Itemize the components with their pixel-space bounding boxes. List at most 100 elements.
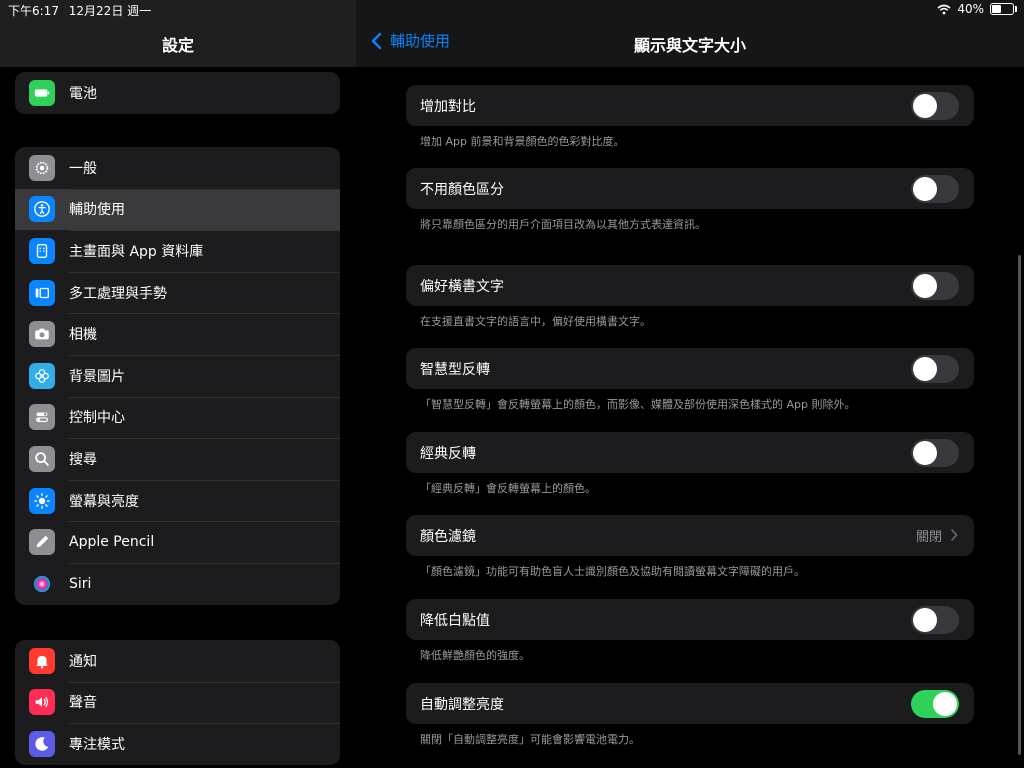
sidebar-item[interactable]: 一般	[15, 147, 340, 189]
toggle-switch[interactable]	[911, 354, 959, 383]
sidebar-item[interactable]: 背景圖片	[15, 354, 340, 397]
sidebar-item[interactable]: 控制中心	[15, 396, 340, 439]
search-icon	[29, 445, 55, 472]
status-bar: 下午6:17 12月22日 週一 40%	[0, 0, 1024, 20]
sidebar-item-label: 通知	[69, 653, 97, 670]
setting-value: 關閉	[915, 530, 942, 545]
toggle-knob	[913, 607, 937, 632]
page-title: 顯示與文字大小	[633, 36, 746, 55]
sidebar-item[interactable]: 多工處理與手勢	[15, 271, 340, 314]
home-screen-icon	[29, 237, 55, 264]
sidebar-group-notifications: 通知 聲音 專注模式	[15, 640, 340, 765]
sidebar-item-label: 搜尋	[69, 438, 340, 480]
display-text-size-panel: 輔助使用 顯示與文字大小 增加對比 增加 App 前景和背景顏色的色彩對比度。 不用…	[356, 0, 1024, 768]
toggle-switch[interactable]	[911, 605, 959, 634]
brightness-icon	[29, 487, 55, 514]
sidebar-item-label: 多工處理與手勢	[69, 271, 340, 314]
sound-icon	[29, 689, 55, 716]
status-time: 下午6:17	[8, 4, 59, 18]
pencil-icon	[29, 529, 55, 556]
sidebar-item[interactable]: 輔助使用	[15, 188, 340, 231]
setting-description: 在支援直書文字的語言中，偏好使用橫書文字。	[420, 315, 651, 328]
status-indicators: 40%	[937, 2, 1017, 16]
siri-icon	[29, 570, 55, 597]
notification-icon	[29, 647, 55, 674]
toggle-switch[interactable]	[911, 438, 959, 467]
toggle-switch[interactable]	[911, 91, 959, 120]
sidebar-item-label: Apple Pencil	[69, 521, 340, 563]
setting-row: 增加對比	[406, 85, 974, 126]
setting-label: 不用顏色區分	[420, 181, 504, 198]
control-center-icon	[29, 404, 55, 431]
toggle-knob	[933, 691, 957, 716]
sidebar-item[interactable]: Apple Pencil	[15, 521, 340, 563]
status-date: 12月22日 週一	[68, 4, 152, 18]
sidebar-item-label: 一般	[69, 160, 97, 177]
setting-row: 自動調整亮度	[406, 683, 974, 724]
setting-row: 經典反轉	[406, 432, 974, 473]
battery-status-icon	[990, 3, 1017, 15]
setting-description: 增加 App 前景和背景顏色的色彩對比度。	[420, 135, 625, 148]
toggle-knob	[913, 440, 937, 465]
toggle-switch[interactable]	[911, 174, 959, 203]
sidebar-item[interactable]: 專注模式	[15, 723, 340, 765]
sidebar-item[interactable]: 螢幕與亮度	[15, 479, 340, 522]
accessibility-icon	[29, 196, 55, 223]
toggle-knob	[913, 356, 937, 381]
setting-row: 智慧型反轉	[406, 348, 974, 389]
sidebar-item[interactable]: 通知	[15, 640, 340, 682]
setting-label: 自動調整亮度	[420, 696, 504, 713]
setting-row: 降低白點值	[406, 599, 974, 640]
sidebar-item[interactable]: 聲音	[15, 681, 340, 724]
battery-percent: 40%	[957, 2, 984, 16]
status-time-date: 下午6:17 12月22日 週一	[8, 2, 151, 19]
battery-icon	[29, 79, 55, 106]
setting-description: 「顏色濾鏡」功能可有助色盲人士識別顏色及協助有閱讀螢幕文字障礙的用戶。	[420, 565, 805, 578]
setting-label: 顏色濾鏡	[420, 528, 476, 545]
sidebar-item-label: 背景圖片	[69, 354, 340, 397]
toggle-switch[interactable]	[911, 689, 959, 718]
wifi-icon	[937, 4, 951, 14]
setting-label: 偏好橫書文字	[420, 278, 504, 295]
setting-label: 降低白點值	[420, 612, 490, 629]
sidebar-item-label: Siri	[69, 562, 340, 605]
wallpaper-icon	[29, 362, 55, 389]
settings-sidebar: 設定 電池 一般輔助使用 主畫面與 App 資料庫 多工處理與手勢 相機 背景圖片 控制中…	[0, 0, 356, 768]
sidebar-group-general: 一般輔助使用 主畫面與 App 資料庫 多工處理與手勢 相機 背景圖片 控制中心 搜尋 螢幕與…	[15, 147, 340, 605]
setting-row: 偏好橫書文字	[406, 265, 974, 306]
multitasking-icon	[29, 279, 55, 306]
setting-description: 「經典反轉」會反轉螢幕上的顏色。	[420, 482, 596, 495]
setting-label: 增加對比	[420, 98, 476, 115]
sidebar-item-label: 專注模式	[69, 723, 340, 765]
sidebar-item-label: 控制中心	[69, 396, 340, 439]
sidebar-item-label: 螢幕與亮度	[69, 479, 340, 522]
chevron-right-icon	[950, 526, 974, 545]
sidebar-group-battery: 電池	[15, 72, 340, 114]
moon-icon	[29, 730, 55, 757]
toggle-knob	[913, 273, 937, 298]
sidebar-item-label: 主畫面與 App 資料庫	[69, 230, 340, 272]
setting-label: 智慧型反轉	[420, 361, 490, 378]
toggle-knob	[913, 93, 937, 118]
setting-row[interactable]: 顏色濾鏡 關閉	[406, 515, 974, 556]
setting-description: 關閉「自動調整亮度」可能會影響電池電力。	[420, 733, 640, 746]
setting-row: 不用顏色區分	[406, 168, 974, 209]
camera-icon	[29, 321, 55, 348]
sidebar-item[interactable]: 搜尋	[15, 438, 340, 480]
setting-description: 降低鮮艷顏色的強度。	[420, 649, 530, 662]
sidebar-item[interactable]: 相機	[15, 313, 340, 355]
sidebar-item-label: 相機	[69, 313, 340, 355]
sidebar-item[interactable]: 電池	[15, 72, 340, 114]
toggle-knob	[913, 176, 937, 201]
sidebar-item[interactable]: 主畫面與 App 資料庫	[15, 230, 340, 272]
sidebar-item-label: 輔助使用	[69, 188, 340, 231]
gear-icon	[29, 154, 55, 181]
sidebar-item-label: 聲音	[69, 681, 340, 724]
sidebar-title: 設定	[161, 36, 194, 55]
setting-description: 「智慧型反轉」會反轉螢幕上的顏色，而影像、媒體及部份使用深色樣式的 App 則除…	[420, 398, 856, 411]
setting-label: 經典反轉	[420, 445, 476, 462]
sidebar-item[interactable]: Siri	[15, 562, 340, 605]
toggle-switch[interactable]	[911, 271, 959, 300]
scrollbar[interactable]	[1018, 255, 1021, 755]
sidebar-item-label: 電池	[69, 85, 97, 102]
